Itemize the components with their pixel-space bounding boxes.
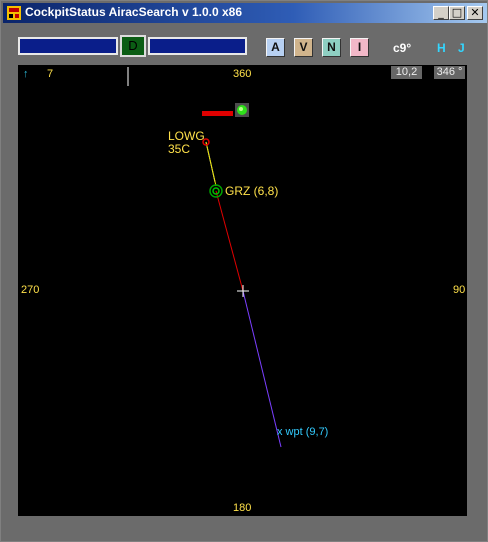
app-window: CockpitStatus AiracSearch v 1.0.0 x86 _ … — [0, 0, 488, 542]
temperature-label: c9° — [393, 41, 412, 55]
heading-left-label: 270 — [21, 284, 40, 296]
mode-button-v[interactable]: V — [294, 38, 313, 57]
heading-right-label: 90 — [453, 284, 466, 296]
h-toggle[interactable]: H — [437, 41, 446, 55]
heading-bottom-label: 180 — [233, 502, 252, 514]
route-red-segment — [215, 190, 244, 292]
mode-button-n[interactable]: N — [322, 38, 341, 57]
close-button[interactable]: ✕ — [467, 6, 483, 20]
j-toggle[interactable]: J — [458, 41, 465, 55]
status-light-highlight — [239, 107, 243, 111]
bearing-box: 346 ° — [434, 66, 465, 79]
runway-label: 35C — [168, 142, 191, 156]
map-canvas[interactable]: ↑ 7 360 10,2 346 ° LOWG 35C GRZ (6,8) 27… — [18, 65, 467, 516]
navaid-label: GRZ (6,8) — [225, 184, 279, 198]
red-indicator — [202, 111, 233, 116]
mode-button-i[interactable]: I — [350, 38, 369, 57]
waypoint-label[interactable]: x wpt (9,7) — [277, 426, 328, 438]
north-arrow-icon: ↑ — [23, 68, 29, 80]
airport-label: LOWG — [168, 129, 205, 143]
title-bar[interactable]: CockpitStatus AiracSearch v 1.0.0 x86 _ … — [3, 3, 487, 23]
heading-top-label: 360 — [233, 68, 252, 80]
approach-line — [205, 141, 217, 187]
route-purple-segment — [242, 290, 282, 448]
right-progress-bar — [148, 37, 247, 55]
toolbar: D A V N I c9° H J — [3, 25, 487, 63]
distance-box: 10,2 — [391, 66, 422, 79]
d-button[interactable]: D — [120, 35, 146, 57]
left-progress-bar — [18, 37, 118, 55]
app-icon — [7, 6, 21, 20]
window-title: CockpitStatus AiracSearch v 1.0.0 x86 — [25, 5, 242, 19]
map-graphics — [127, 67, 282, 448]
north-value: 7 — [47, 68, 54, 80]
maximize-button[interactable]: □ — [449, 6, 465, 20]
minimize-button[interactable]: _ — [433, 6, 449, 20]
mode-button-a[interactable]: A — [266, 38, 285, 57]
